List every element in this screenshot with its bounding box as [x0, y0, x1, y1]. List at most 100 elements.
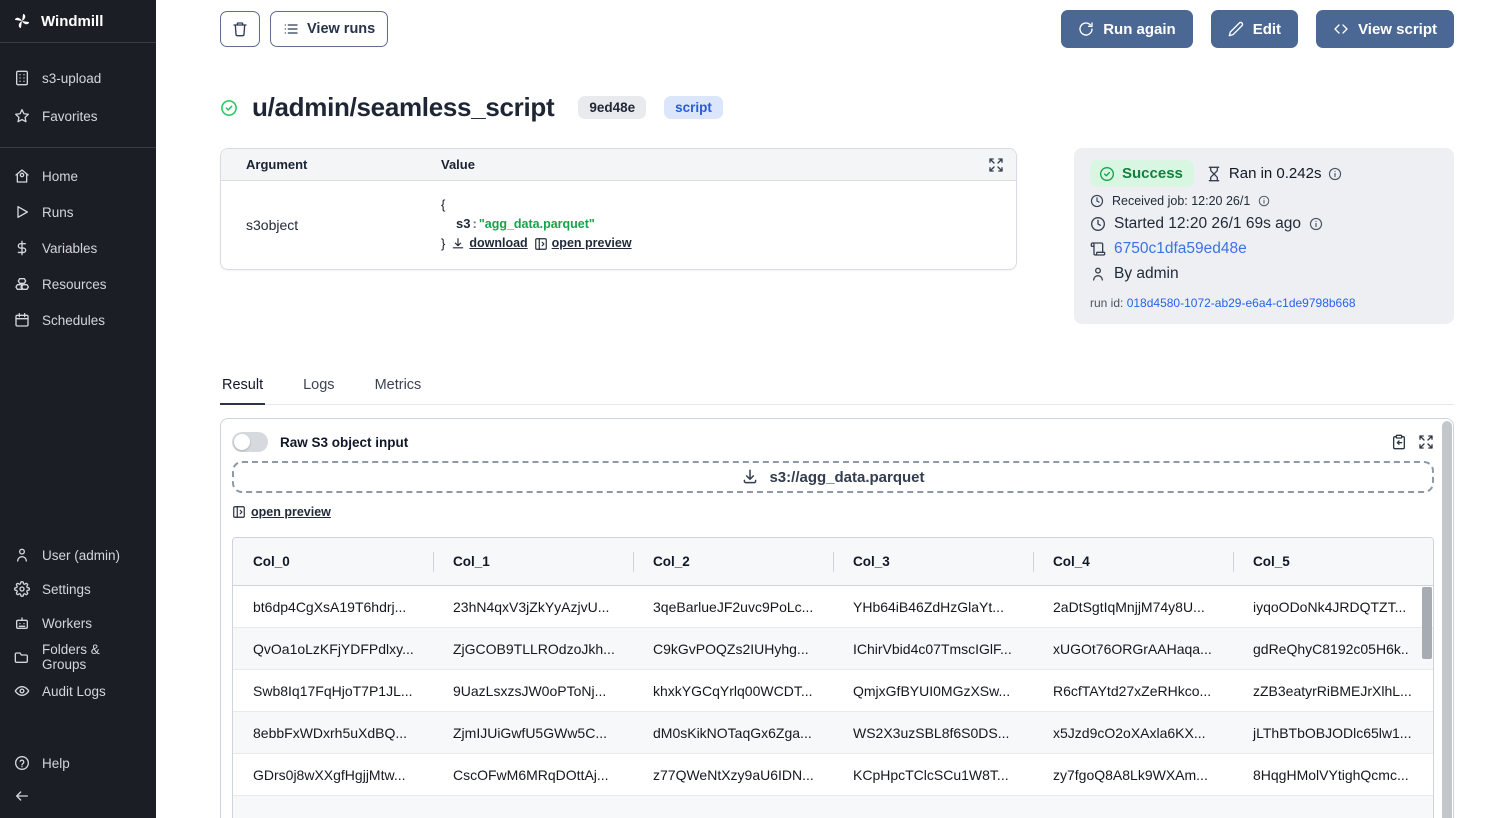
title-row: u/admin/seamless_script 9ed48e script — [220, 92, 1454, 123]
result-table-body: bt6dp4CgXsA19T6hdrj...23hN4qxV3jZkYyAzjv… — [233, 586, 1433, 818]
table-cell: QvOa1oLzKFjYDFPdlxy... — [233, 641, 433, 657]
user-icon — [1090, 266, 1106, 282]
topbar: View runs Run again — [220, 10, 1454, 48]
table-row — [233, 796, 1433, 818]
tab-logs[interactable]: Logs — [301, 377, 336, 404]
column-header: Col_0 — [233, 554, 433, 569]
job-hash-row: 6750c1dfa59ed48e — [1090, 240, 1438, 258]
table-cell: C9kGvPOQZs2IUHyhg... — [633, 641, 833, 657]
table-cell: 8ebbFxWDxrh5uXdBQ... — [233, 725, 433, 741]
sidebar-item-runs[interactable]: Runs — [0, 194, 156, 230]
edit-button[interactable]: Edit — [1211, 10, 1298, 48]
dollar-icon — [14, 240, 30, 256]
trash-icon — [232, 21, 248, 37]
sidebar-item-schedules[interactable]: Schedules — [0, 302, 156, 338]
run-again-label: Run again — [1103, 21, 1176, 38]
table-vertical-scrollbar[interactable] — [1422, 587, 1432, 659]
sidebar: Windmill s3-upload Favorites — [0, 0, 156, 818]
sidebar-item-label: Help — [42, 756, 70, 771]
sidebar-item-user[interactable]: User (admin) — [0, 538, 156, 572]
main-content: View runs Run again — [156, 0, 1493, 818]
table-row: Swb8Iq17FqHjoT7P1JL...9UazLsxzsJW0oPToNj… — [233, 670, 1433, 712]
open-preview-link[interactable]: open preview — [232, 505, 331, 519]
gear-icon — [14, 581, 30, 597]
sidebar-item-label: s3-upload — [42, 71, 101, 86]
play-icon — [14, 204, 30, 220]
table-cell: 2aDtSgtIqMnjjM74y8U... — [1033, 599, 1233, 615]
tab-result[interactable]: Result — [220, 377, 265, 405]
list-icon — [283, 21, 299, 37]
tabs-bar: Result Logs Metrics — [220, 377, 1454, 405]
sidebar-item-s3-upload[interactable]: s3-upload — [0, 59, 156, 97]
table-cell: 23hN4qxV3jZkYyAzjvU... — [433, 599, 633, 615]
arguments-header: Argument Value — [221, 149, 1016, 181]
scroll-icon — [1090, 241, 1106, 257]
run-id-link[interactable]: 018d4580-1072-ab29-e6a4-c1de9798b668 — [1127, 296, 1356, 310]
json-colon: : — [470, 216, 478, 231]
info-icon[interactable] — [1309, 217, 1323, 231]
table-cell: jLThBTbOBJODlc65lw1... — [1233, 725, 1433, 741]
s3-download-dropzone[interactable]: s3://agg_data.parquet — [232, 461, 1434, 493]
sidebar-item-settings[interactable]: Settings — [0, 572, 156, 606]
table-cell: z77QWeNtXzy9aU6IDN... — [633, 767, 833, 783]
argument-value-json: { s3:"agg_data.parquet" } download — [441, 195, 1016, 253]
column-header: Col_2 — [633, 554, 833, 569]
sidebar-item-favorites[interactable]: Favorites — [0, 97, 156, 135]
sidebar-item-folders-groups[interactable]: Folders & Groups — [0, 640, 156, 674]
sidebar-item-variables[interactable]: Variables — [0, 230, 156, 266]
sidebar-item-audit-logs[interactable]: Audit Logs — [0, 674, 156, 708]
raw-s3-toggle[interactable] — [232, 432, 268, 452]
view-script-label: View script — [1358, 21, 1437, 38]
table-cell: ZjmIJUiGwfU5GWw5C... — [433, 725, 633, 741]
calendar-icon — [14, 312, 30, 328]
result-panel-header: Raw S3 object input — [232, 432, 1434, 452]
download-link[interactable]: download — [451, 234, 527, 253]
sidebar-item-home[interactable]: Home — [0, 158, 156, 194]
view-runs-button[interactable]: View runs — [270, 11, 388, 47]
table-cell: zZB3eatyrRiBMEJrXlhL... — [1233, 683, 1433, 699]
received-job-text: Received job: 12:20 26/1 — [1112, 194, 1250, 208]
help-icon — [14, 755, 30, 771]
expand-result-icon[interactable] — [1418, 434, 1434, 450]
windmill-logo-icon — [13, 12, 31, 30]
table-cell: Swb8Iq17FqHjoT7P1JL... — [233, 683, 433, 699]
app-window: Windmill s3-upload Favorites — [0, 0, 1493, 818]
tab-metrics[interactable]: Metrics — [373, 377, 424, 404]
info-icon[interactable] — [1328, 167, 1342, 181]
info-icon[interactable] — [1258, 195, 1270, 207]
edit-label: Edit — [1253, 21, 1281, 38]
bot-icon — [14, 615, 30, 631]
result-panel-scrollbar[interactable] — [1442, 421, 1452, 818]
table-row: 8ebbFxWDxrh5uXdBQ...ZjmIJUiGwfU5GWw5C...… — [233, 712, 1433, 754]
view-script-button[interactable]: View script — [1316, 10, 1454, 48]
json-brace-close: } — [441, 234, 445, 253]
table-cell: GDrs0j8wXXgfHgjjMtw... — [233, 767, 433, 783]
table-cell: dM0sKikNOTaqGx6Zga... — [633, 725, 833, 741]
table-row: QvOa1oLzKFjYDFPdlxy...ZjGCOB9TLLROdzoJkh… — [233, 628, 1433, 670]
duration-text: Ran in 0.242s — [1206, 165, 1343, 182]
expand-arguments-icon[interactable] — [988, 157, 1004, 173]
sidebar-item-help[interactable]: Help — [0, 746, 156, 780]
table-cell: zy7fgoQ8A8Lk9WXAm... — [1033, 767, 1233, 783]
brand-row[interactable]: Windmill — [0, 0, 156, 43]
brand-name: Windmill — [41, 13, 103, 30]
boxes-icon — [14, 276, 30, 292]
table-cell: bt6dp4CgXsA19T6hdrj... — [233, 599, 433, 615]
copy-to-clipboard-icon[interactable] — [1391, 434, 1407, 450]
delete-run-button[interactable] — [220, 11, 260, 47]
sidebar-item-label: Variables — [42, 241, 97, 256]
table-row: GDrs0j8wXXgfHgjjMtw...CscOFwM6MRqDOttAj.… — [233, 754, 1433, 796]
job-hash-link[interactable]: 6750c1dfa59ed48e — [1114, 240, 1247, 258]
run-again-button[interactable]: Run again — [1061, 10, 1193, 48]
table-cell: IChirVbid4c07TmscIGlF... — [833, 641, 1033, 657]
sidebar-item-label: Resources — [42, 277, 107, 292]
download-icon — [741, 468, 759, 486]
sidebar-item-workers[interactable]: Workers — [0, 606, 156, 640]
clock-icon — [1090, 216, 1106, 232]
page-title: u/admin/seamless_script — [252, 92, 554, 123]
sidebar-item-resources[interactable]: Resources — [0, 266, 156, 302]
sidebar-collapse-button[interactable] — [0, 780, 156, 818]
table-cell: 9UazLsxzsJW0oPToNj... — [433, 683, 633, 699]
open-preview-link-args[interactable]: open preview — [534, 234, 632, 253]
table-cell: YHb64iB46ZdHzGlaYt... — [833, 599, 1033, 615]
